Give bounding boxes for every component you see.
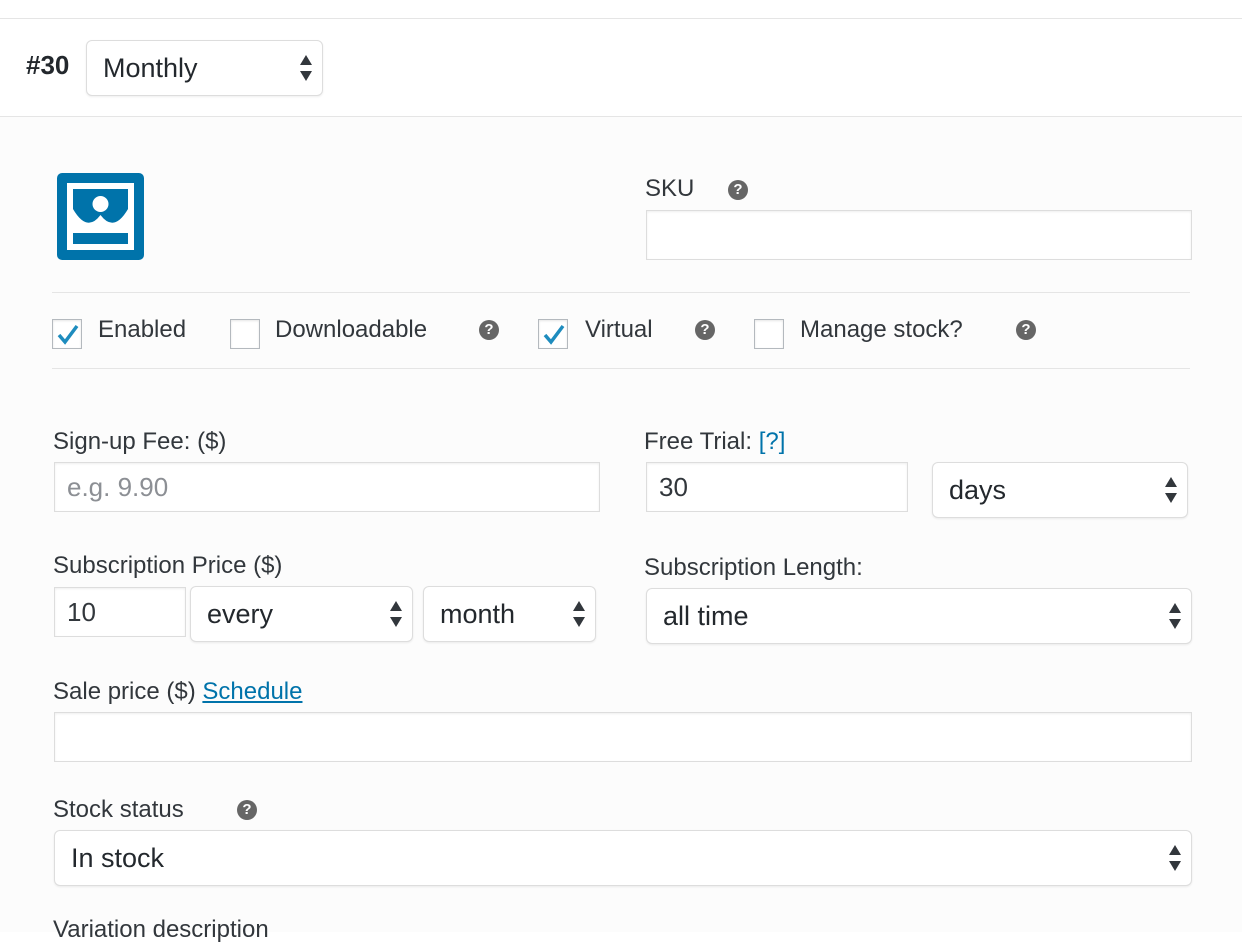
subscription-period-value: month: [440, 598, 516, 629]
free-trial-length-input[interactable]: 30: [646, 462, 908, 512]
subscription-interval-value: every: [207, 598, 274, 629]
select-arrows-icon: [390, 601, 402, 627]
sku-label: SKU: [645, 175, 695, 202]
stock-status-select[interactable]: In stock: [54, 830, 1192, 886]
signup-fee-label: Sign-up Fee: ($): [53, 428, 227, 455]
free-trial-help-link[interactable]: [?]: [759, 428, 786, 455]
stock-status-help-icon[interactable]: ?: [237, 800, 257, 820]
variation-image-icon[interactable]: [57, 173, 144, 260]
free-trial-period-value: days: [949, 474, 1007, 505]
variation-attribute-value: Monthly: [103, 52, 198, 83]
enabled-checkbox[interactable]: [52, 319, 82, 349]
select-arrows-icon: [1165, 477, 1177, 503]
sku-help-icon[interactable]: ?: [728, 180, 748, 200]
variation-description-label: Variation description: [53, 916, 269, 943]
checkbox-row-bottom-divider: [52, 368, 1190, 369]
manage-stock-checkbox[interactable]: [754, 319, 784, 349]
enabled-label: Enabled: [98, 316, 187, 343]
sku-input[interactable]: [646, 210, 1192, 260]
checkbox-row-top-divider: [52, 292, 1190, 293]
sale-price-label-text: Sale price ($): [53, 678, 196, 705]
select-arrows-icon: [1169, 603, 1181, 629]
select-arrows-icon: [300, 55, 312, 81]
virtual-label: Virtual: [585, 316, 653, 343]
variation-attribute-select[interactable]: Monthly: [86, 40, 323, 96]
downloadable-label: Downloadable: [275, 316, 428, 343]
subscription-length-select[interactable]: all time: [646, 588, 1192, 644]
downloadable-checkbox[interactable]: [230, 319, 260, 349]
select-arrows-icon: [573, 601, 585, 627]
subscription-interval-select[interactable]: every: [190, 586, 413, 642]
subscription-length-label: Subscription Length:: [644, 554, 863, 581]
virtual-checkbox[interactable]: [538, 319, 568, 349]
select-arrows-icon: [1169, 845, 1181, 871]
checkmark-icon: [543, 324, 565, 345]
checkmark-icon: [57, 324, 79, 345]
manage-stock-help-icon[interactable]: ?: [1016, 320, 1036, 340]
subscription-length-value: all time: [663, 600, 749, 631]
stock-status-label: Stock status: [53, 796, 184, 823]
stock-status-value: In stock: [71, 842, 165, 873]
downloadable-help-icon[interactable]: ?: [479, 320, 499, 340]
free-trial-label-text: Free Trial:: [644, 428, 753, 455]
top-divider: [0, 18, 1242, 19]
virtual-help-icon[interactable]: ?: [695, 320, 715, 340]
signup-fee-input[interactable]: e.g. 9.90: [54, 462, 600, 512]
subscription-period-select[interactable]: month: [423, 586, 596, 642]
sale-price-label: Sale price ($) Schedule: [53, 678, 302, 706]
free-trial-period-select[interactable]: days: [932, 462, 1188, 518]
variation-id: #30: [26, 50, 70, 80]
free-trial-label: Free Trial: [?]: [644, 428, 785, 456]
subscription-price-label: Subscription Price ($): [53, 552, 283, 579]
manage-stock-label: Manage stock?: [800, 316, 963, 343]
subscription-price-input[interactable]: 10: [54, 587, 186, 637]
sale-price-input[interactable]: [54, 712, 1192, 762]
schedule-link[interactable]: Schedule: [202, 678, 302, 705]
